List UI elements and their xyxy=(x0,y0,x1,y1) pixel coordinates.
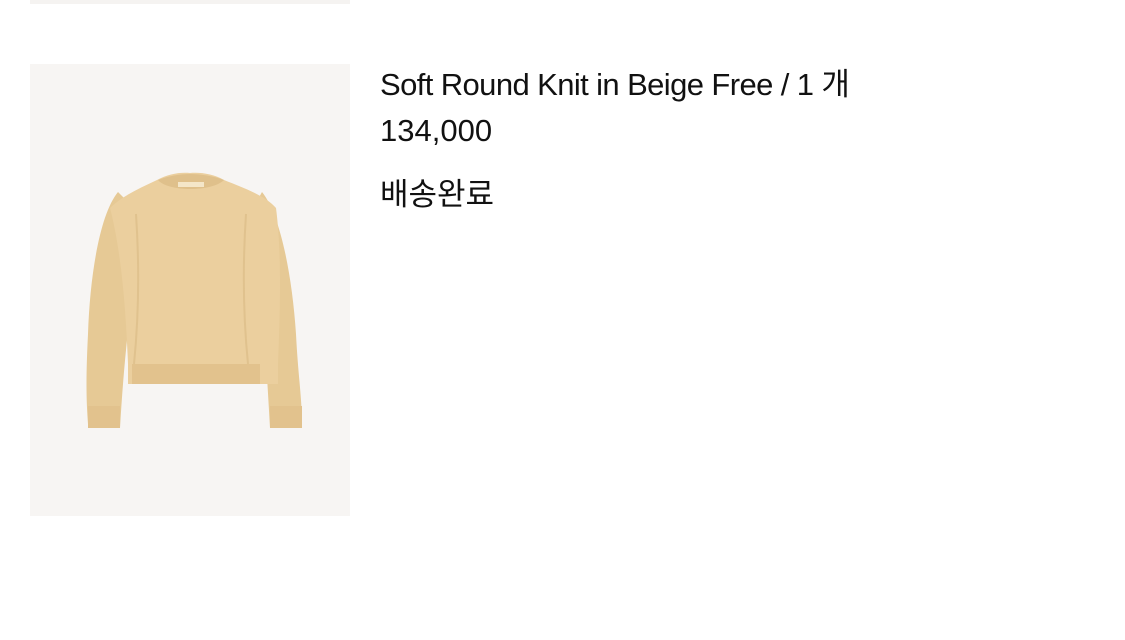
order-item: Soft Round Knit in Beige Free / 1 개 134,… xyxy=(0,0,1125,640)
product-image[interactable] xyxy=(30,64,350,516)
sweater-illustration xyxy=(86,172,302,428)
order-item-info: Soft Round Knit in Beige Free / 1 개 134,… xyxy=(380,62,900,216)
product-price: 134,000 xyxy=(380,113,493,148)
product-name-option[interactable]: Soft Round Knit in Beige Free / 1 개 xyxy=(380,62,900,108)
delivery-status: 배송완료 xyxy=(380,177,495,212)
